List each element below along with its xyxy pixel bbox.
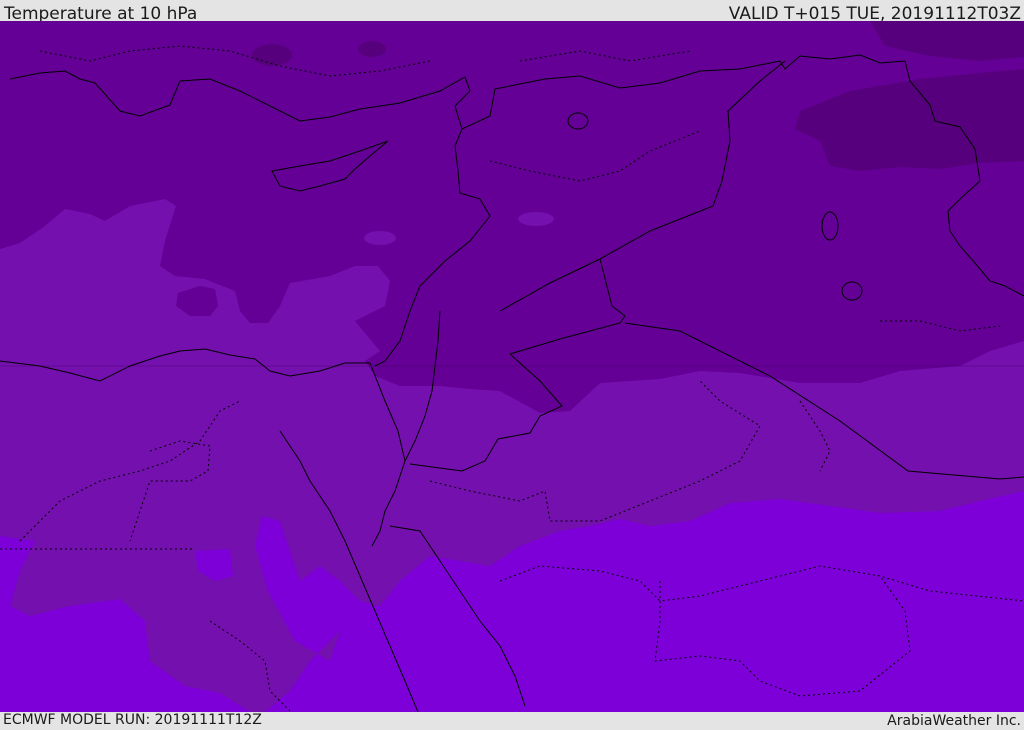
band-mid-bubble-1 — [364, 231, 396, 245]
band-darkest-blob-2 — [358, 41, 386, 57]
model-run: ECMWF MODEL RUN: 20191111T12Z — [3, 712, 262, 728]
credit-text: ArabiaWeather Inc. — [887, 713, 1021, 729]
map-panel — [0, 21, 1024, 712]
header-bar: Temperature at 10 hPa VALID T+015 TUE, 2… — [0, 0, 1024, 24]
footer-bar: ECMWF MODEL RUN: 20191111T12Z ArabiaWeat… — [0, 712, 1024, 729]
band-mid-bubble-2 — [518, 212, 554, 226]
band-darkest-blob-1 — [252, 44, 292, 66]
temperature-map — [0, 21, 1024, 712]
